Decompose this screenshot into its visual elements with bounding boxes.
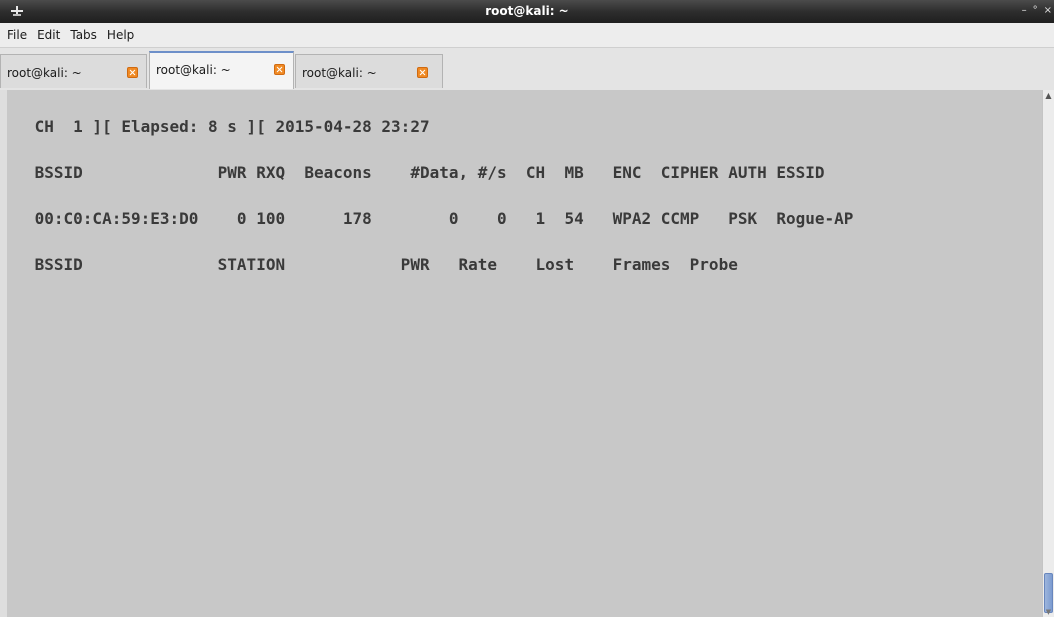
tab-label: root@kali: ~ — [156, 63, 231, 77]
menu-bar: File Edit Tabs Help — [0, 23, 1054, 48]
menu-file[interactable]: File — [2, 24, 32, 46]
close-icon[interactable] — [127, 67, 138, 78]
scroll-up-arrow-icon[interactable]: ▲ — [1044, 91, 1053, 101]
ap-table-header: BSSID PWR RXQ Beacons #Data, #/s CH MB E… — [25, 163, 825, 182]
window-title: root@kali: ~ — [485, 4, 569, 18]
minimize-button[interactable]: – — [1022, 4, 1027, 18]
ap-table-row: 00:C0:CA:59:E3:D0 0 100 178 0 0 1 54 WPA… — [25, 209, 854, 228]
terminal-output[interactable]: CH 1 ][ Elapsed: 8 s ][ 2015-04-28 23:27… — [7, 90, 1042, 617]
maximize-button[interactable]: ° — [1033, 4, 1038, 18]
window-frame — [0, 90, 7, 617]
window-titlebar[interactable]: root@kali: ~ – ° × — [0, 0, 1054, 23]
close-icon[interactable] — [417, 67, 428, 78]
menu-edit[interactable]: Edit — [32, 24, 65, 46]
tab-bar: root@kali: ~ root@kali: ~ root@kali: ~ — [0, 48, 1054, 91]
scroll-down-arrow-icon[interactable]: ▼ — [1044, 608, 1053, 616]
window-controls: – ° × — [1022, 4, 1052, 18]
tab-1[interactable]: root@kali: ~ — [0, 54, 147, 88]
tab-3[interactable]: root@kali: ~ — [295, 54, 443, 88]
close-icon[interactable] — [274, 64, 285, 75]
menu-help[interactable]: Help — [102, 24, 139, 46]
tab-label: root@kali: ~ — [302, 66, 377, 80]
menu-tabs[interactable]: Tabs — [65, 24, 102, 46]
airodump-status-line: CH 1 ][ Elapsed: 8 s ][ 2015-04-28 23:27 — [25, 117, 430, 136]
station-table-header: BSSID STATION PWR Rate Lost Frames Probe — [25, 255, 738, 274]
tab-2[interactable]: root@kali: ~ — [149, 51, 294, 89]
vertical-scrollbar[interactable]: ▲ ▼ — [1042, 90, 1054, 617]
scroll-thumb[interactable] — [1044, 573, 1053, 613]
tab-label: root@kali: ~ — [7, 66, 82, 80]
close-window-button[interactable]: × — [1044, 4, 1052, 18]
